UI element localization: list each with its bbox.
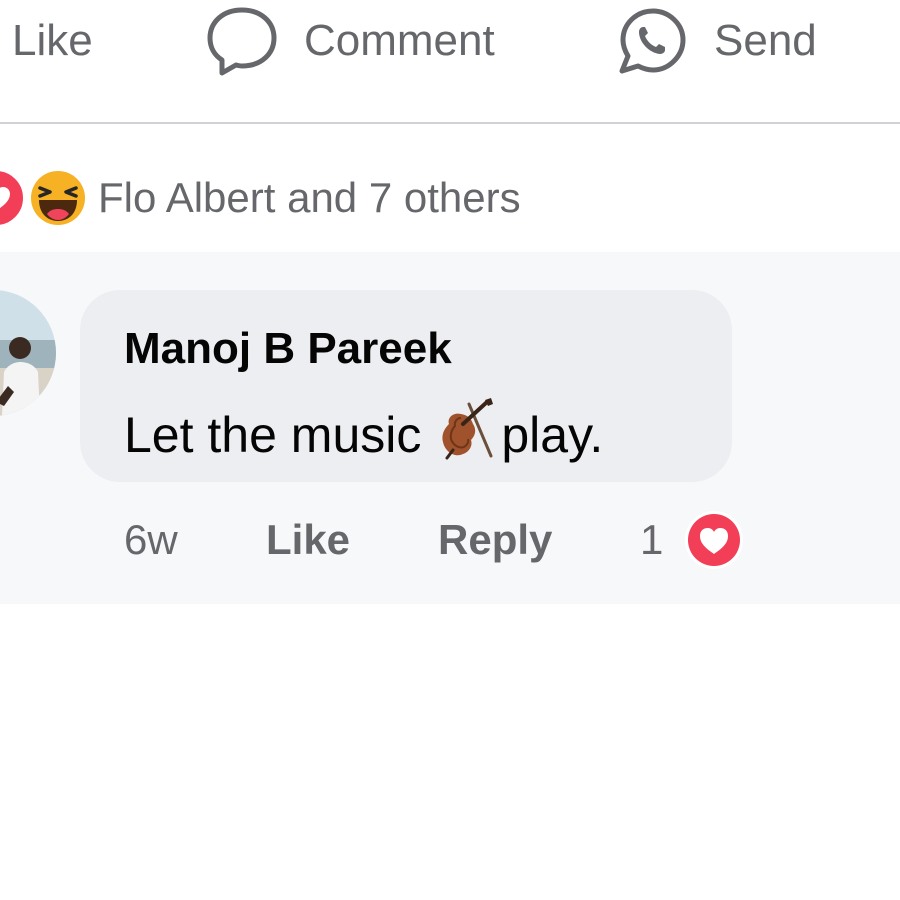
comment-reaction-count[interactable]: 1 [640,510,663,570]
divider [0,122,900,124]
comment-button[interactable]: Comment [206,0,495,82]
haha-reaction-icon [28,168,88,228]
post-action-bar: Like Comment Send [0,0,900,82]
comment-text: Let the music play. [124,394,603,464]
comment-like-button[interactable]: Like [266,510,350,570]
comment-timestamp[interactable]: 6w [124,510,178,570]
comment-reply-button[interactable]: Reply [438,510,552,570]
comment-meta: 6w Like Reply 1 [0,510,900,570]
violin-emoji-icon [442,398,494,460]
send-button[interactable]: Send [616,0,817,82]
like-button-label: Like [12,16,93,65]
avatar[interactable] [0,290,56,416]
post-footer: Like Comment Send Flo Albert and 7 other… [0,0,900,900]
love-reaction-icon [0,168,26,228]
comment-author[interactable]: Manoj B Pareek [124,324,452,374]
reaction-icons [0,162,98,234]
comment-text-end: play. [501,407,604,463]
like-button[interactable]: Like [12,0,93,82]
reaction-summary[interactable]: Flo Albert and 7 others [0,162,900,234]
comment-text-start: Let the music [124,407,422,463]
comment-button-label: Comment [304,16,495,65]
comment-bubble[interactable]: Manoj B Pareek Let the music play. [80,290,732,482]
whatsapp-icon [616,5,688,77]
send-button-label: Send [714,16,817,65]
comment: Manoj B Pareek Let the music play. 6w Li… [0,252,900,604]
comment-icon [206,5,278,77]
reaction-summary-text[interactable]: Flo Albert and 7 others [98,177,521,219]
love-reaction-icon[interactable] [684,510,744,570]
